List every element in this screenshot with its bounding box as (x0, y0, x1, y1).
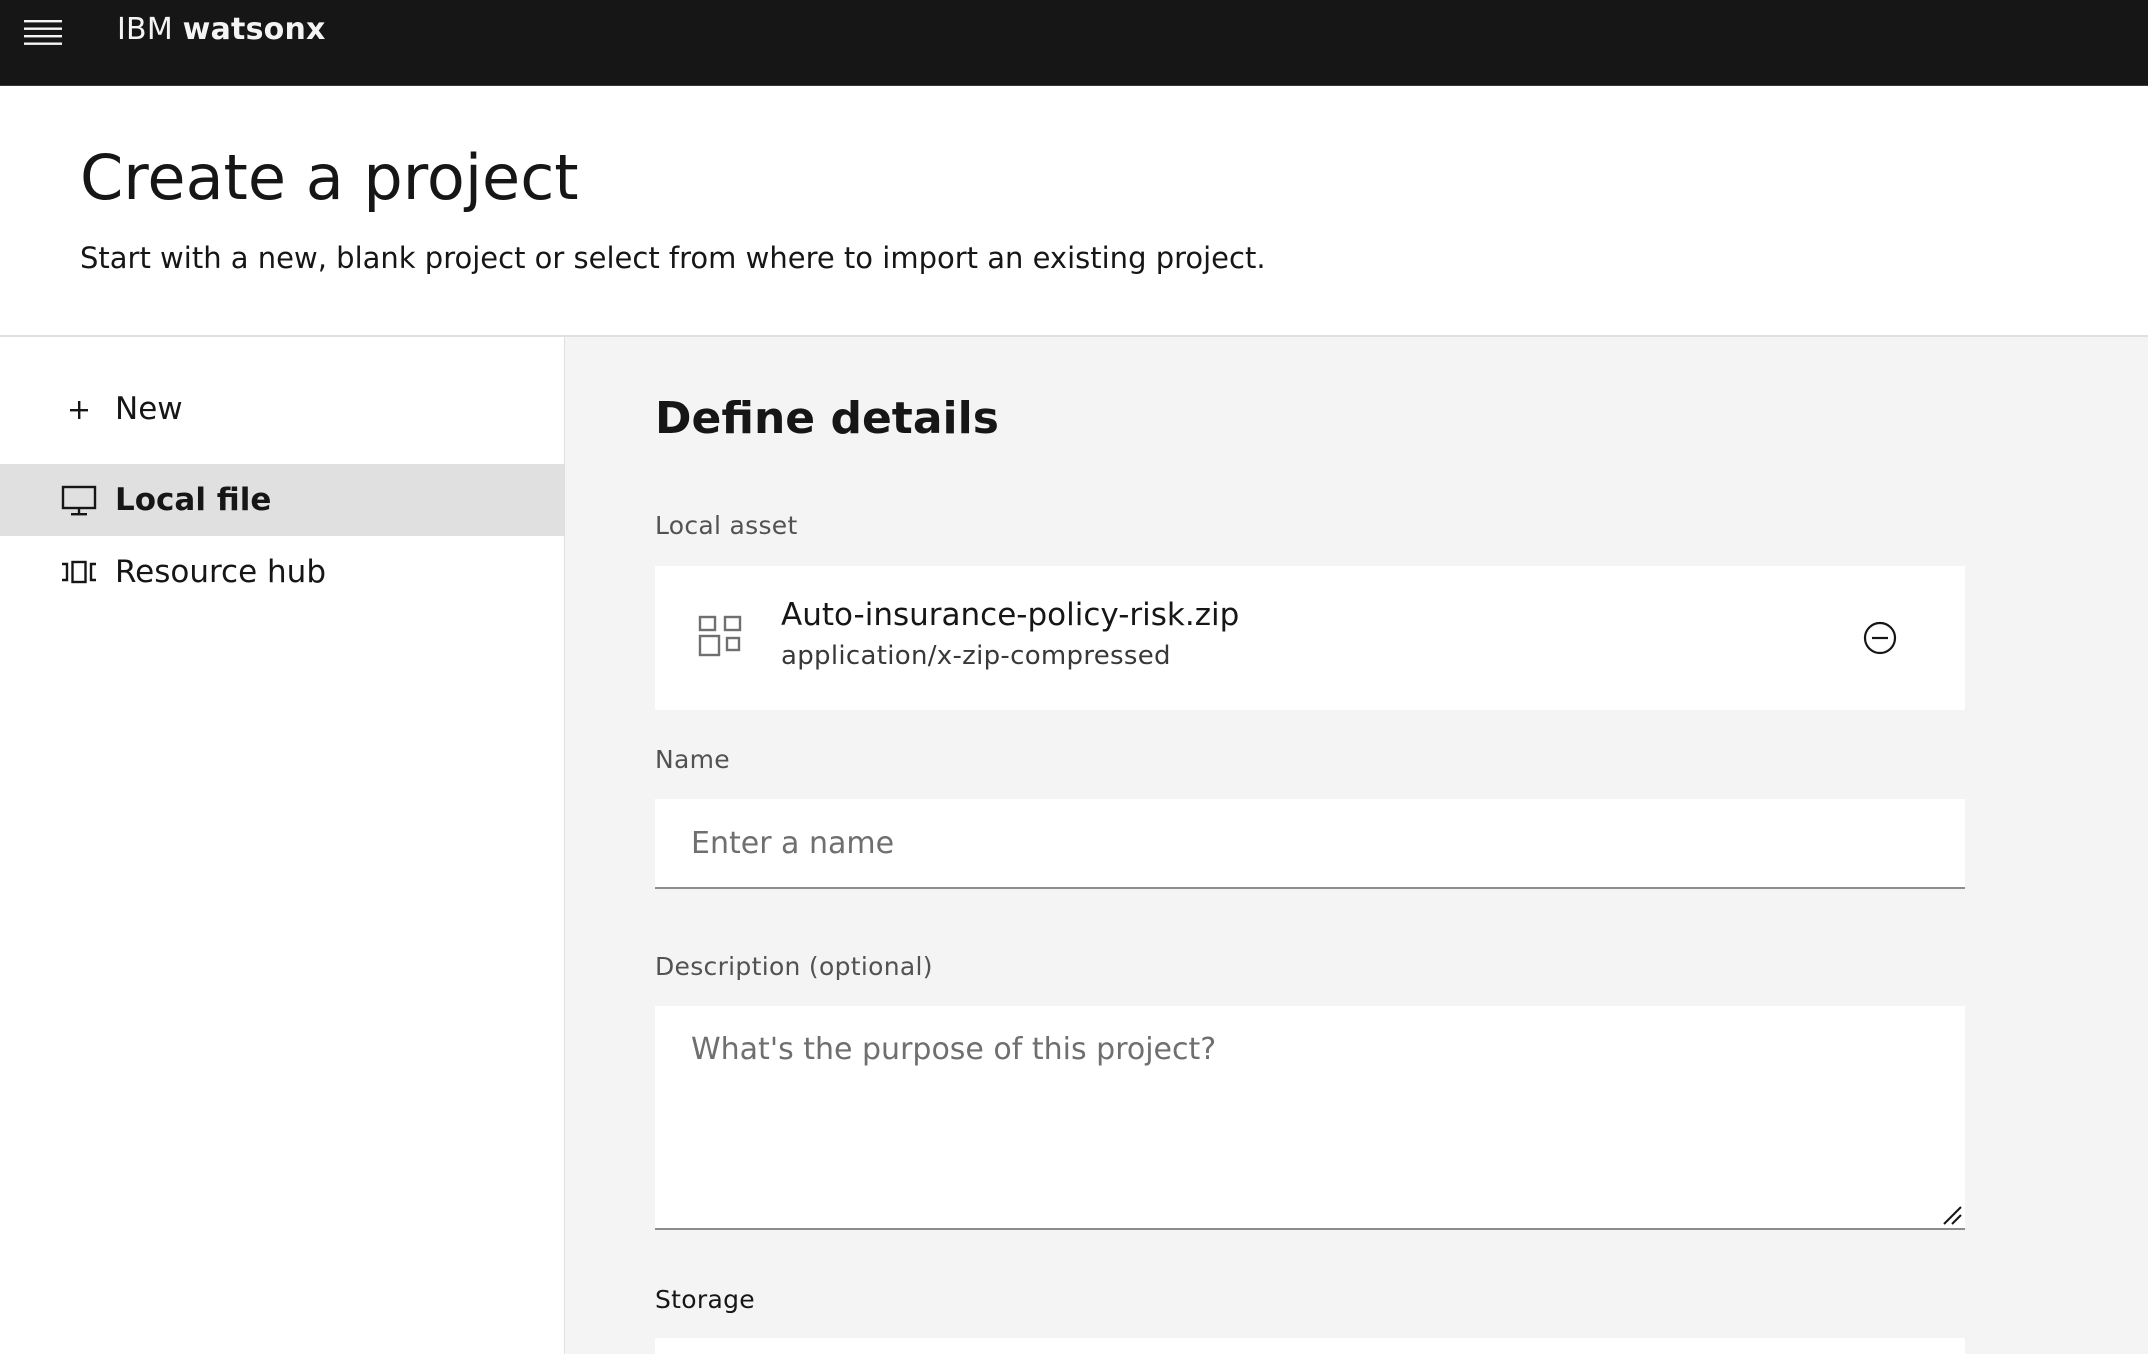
remove-asset-button[interactable] (1861, 619, 1899, 657)
page-title: Create a project (80, 141, 579, 214)
asset-file-type: application/x-zip-compressed (781, 641, 1171, 671)
local-asset-tile: Auto-insurance-policy-risk.zip applicati… (655, 566, 1965, 710)
plus-icon (60, 391, 98, 427)
desktop-monitor-icon (60, 482, 98, 518)
nav-item-resource-hub[interactable]: Resource hub (0, 536, 565, 608)
nav-item-label: Local file (115, 482, 272, 518)
nav-item-label: Resource hub (115, 554, 326, 590)
textarea-resize-handle[interactable] (1941, 1204, 1963, 1226)
project-name-input[interactable] (655, 799, 1965, 889)
brand-logo[interactable]: IBM watsonx (117, 10, 326, 50)
define-details-panel: Define details Local asset Auto-insuranc… (565, 337, 2148, 1354)
project-description-textarea[interactable] (655, 1006, 1965, 1230)
storage-label: Storage (655, 1285, 755, 1314)
asset-file-name: Auto-insurance-policy-risk.zip (781, 597, 1240, 633)
brand-product: watsonx (182, 12, 326, 47)
section-title: Define details (655, 393, 999, 444)
nav-item-label: New (115, 391, 183, 427)
top-header: IBM watsonx (0, 0, 2148, 86)
project-source-nav: New Local file Resource hub (0, 337, 565, 1354)
description-label: Description (optional) (655, 952, 933, 981)
local-asset-label: Local asset (655, 511, 798, 540)
hamburger-menu-icon[interactable] (24, 18, 62, 48)
carousel-icon (60, 554, 98, 590)
page-heading: Create a project Start with a new, blank… (0, 86, 2148, 337)
storage-selector[interactable] (655, 1338, 1965, 1354)
remove-circle-icon (1863, 621, 1897, 655)
page-subtitle: Start with a new, blank project or selec… (80, 241, 1266, 275)
brand-prefix: IBM (117, 12, 173, 47)
nav-item-new[interactable]: New (0, 373, 565, 445)
nav-item-local-file[interactable]: Local file (0, 464, 565, 536)
asset-grid-icon (697, 614, 743, 658)
name-label: Name (655, 745, 730, 774)
